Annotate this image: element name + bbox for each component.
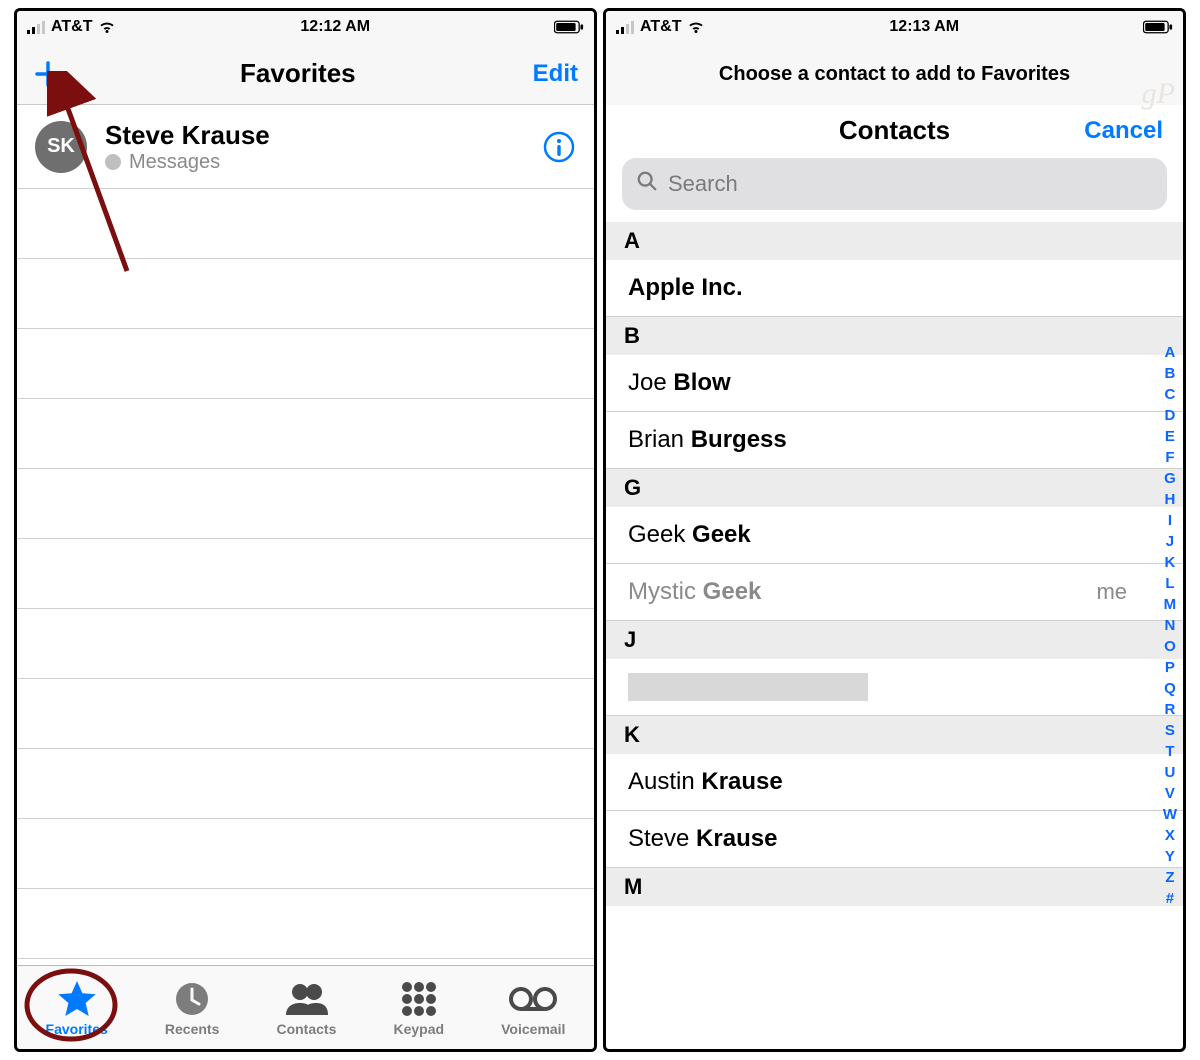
index-letter[interactable]: J xyxy=(1166,531,1174,552)
index-letter[interactable]: I xyxy=(1168,510,1172,531)
index-letter[interactable]: Z xyxy=(1165,867,1174,888)
index-letter[interactable]: M xyxy=(1164,594,1177,615)
contact-row[interactable]: Steve Krause xyxy=(606,811,1183,868)
clock-label: 12:13 AM xyxy=(889,18,959,36)
index-letter[interactable]: N xyxy=(1164,615,1175,636)
avatar: SK xyxy=(35,121,87,173)
index-letter[interactable]: K xyxy=(1164,552,1175,573)
index-letter[interactable]: Y xyxy=(1165,846,1175,867)
section-header-b: B xyxy=(606,317,1183,355)
index-letter[interactable]: B xyxy=(1164,363,1175,384)
contact-row-redacted[interactable] xyxy=(606,659,1183,716)
star-icon xyxy=(56,979,98,1019)
phone-contacts-picker: AT&T 12:13 AM Choose a contact to add to… xyxy=(603,8,1186,1052)
favorites-list: SK Steve Krause Messages xyxy=(17,105,594,965)
index-letter[interactable]: C xyxy=(1164,384,1175,405)
index-letter[interactable]: A xyxy=(1164,342,1175,363)
me-badge: me xyxy=(1096,579,1127,605)
signal-icon xyxy=(616,20,634,34)
index-letter[interactable]: G xyxy=(1164,468,1176,489)
index-letter[interactable]: # xyxy=(1166,888,1174,909)
battery-icon xyxy=(554,20,584,34)
contact-row[interactable]: Brian Burgess xyxy=(606,412,1183,469)
search-input[interactable]: Search xyxy=(622,158,1167,210)
contacts-header: Contacts Cancel xyxy=(606,105,1183,148)
cancel-button[interactable]: Cancel xyxy=(1084,117,1163,145)
contact-row-me[interactable]: Mystic Geekme xyxy=(606,564,1183,621)
index-letter[interactable]: S xyxy=(1165,720,1175,741)
wifi-icon xyxy=(98,18,116,36)
contacts-icon xyxy=(284,979,328,1019)
clock-icon xyxy=(173,979,211,1019)
tab-bar: Favorites Recents Contacts Keypad Voicem… xyxy=(17,965,594,1049)
edit-button[interactable]: Edit xyxy=(533,60,578,88)
section-header-g: G xyxy=(606,469,1183,507)
battery-icon xyxy=(1143,20,1173,34)
index-letter[interactable]: W xyxy=(1163,804,1177,825)
index-letter[interactable]: P xyxy=(1165,657,1175,678)
tab-voicemail[interactable]: Voicemail xyxy=(501,979,565,1037)
nav-bar: Favorites Edit xyxy=(17,43,594,105)
info-icon[interactable] xyxy=(542,130,576,164)
index-letter[interactable]: F xyxy=(1165,447,1174,468)
add-button[interactable] xyxy=(33,59,63,89)
index-letter[interactable]: U xyxy=(1164,762,1175,783)
index-letter[interactable]: X xyxy=(1165,825,1175,846)
index-letter[interactable]: H xyxy=(1164,489,1175,510)
message-type-icon xyxy=(105,154,121,170)
search-icon xyxy=(636,170,658,198)
tab-recents[interactable]: Recents xyxy=(165,979,219,1037)
contact-row[interactable]: Geek Geek xyxy=(606,507,1183,564)
favorite-row[interactable]: SK Steve Krause Messages xyxy=(17,105,594,189)
clock-label: 12:12 AM xyxy=(300,18,370,36)
favorite-subtitle: Messages xyxy=(129,151,220,174)
tab-contacts[interactable]: Contacts xyxy=(276,979,336,1037)
index-letter[interactable]: R xyxy=(1164,699,1175,720)
index-letter[interactable]: V xyxy=(1165,783,1175,804)
favorite-name: Steve Krause xyxy=(105,120,542,151)
tab-keypad[interactable]: Keypad xyxy=(393,979,444,1037)
tab-favorites[interactable]: Favorites xyxy=(46,979,108,1037)
status-bar: AT&T 12:12 AM xyxy=(17,11,594,43)
index-letter[interactable]: T xyxy=(1165,741,1174,762)
signal-icon xyxy=(27,20,45,34)
section-header-j: J xyxy=(606,621,1183,659)
section-header-m: M xyxy=(606,868,1183,906)
contact-row[interactable]: Austin Krause xyxy=(606,754,1183,811)
redacted-name xyxy=(628,673,868,701)
index-letter[interactable]: Q xyxy=(1164,678,1176,699)
page-title: Favorites xyxy=(240,58,356,89)
section-header-k: K xyxy=(606,716,1183,754)
carrier-label: AT&T xyxy=(640,18,681,36)
watermark: gP xyxy=(1142,77,1175,111)
index-letter[interactable]: E xyxy=(1165,426,1175,447)
status-bar: AT&T 12:13 AM xyxy=(606,11,1183,43)
instruction-label: Choose a contact to add to Favorites xyxy=(606,43,1183,105)
keypad-icon xyxy=(401,979,437,1019)
contact-row[interactable]: Joe Blow xyxy=(606,355,1183,412)
index-letter[interactable]: L xyxy=(1165,573,1174,594)
wifi-icon xyxy=(687,18,705,36)
contacts-title: Contacts xyxy=(839,115,950,146)
phone-favorites: AT&T 12:12 AM Favorites Edit SK Steve Kr… xyxy=(14,8,597,1052)
carrier-label: AT&T xyxy=(51,18,92,36)
section-header-a: A xyxy=(606,222,1183,260)
search-placeholder: Search xyxy=(668,171,738,197)
index-letter[interactable]: O xyxy=(1164,636,1176,657)
contact-row[interactable]: Apple Inc. xyxy=(606,260,1183,317)
contacts-list[interactable]: A Apple Inc. B Joe Blow Brian Burgess G … xyxy=(606,222,1183,1049)
index-letter[interactable]: D xyxy=(1164,405,1175,426)
voicemail-icon xyxy=(509,979,557,1019)
section-index[interactable]: ABCDEFGHIJKLMNOPQRSTUVWXYZ# xyxy=(1163,342,1177,909)
